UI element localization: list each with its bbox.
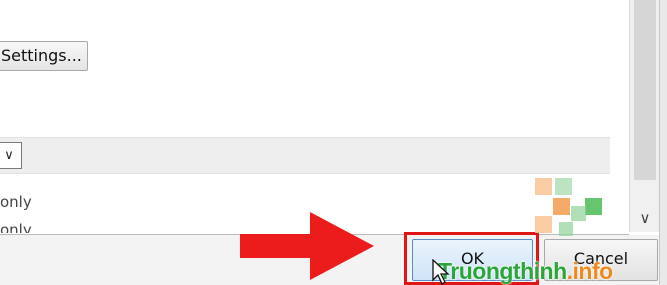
list-item[interactable]: only xyxy=(0,221,32,233)
list-item[interactable]: only xyxy=(0,193,32,211)
watermark: Truongthinh.info xyxy=(438,258,613,285)
red-arrow-icon xyxy=(240,212,374,280)
logo-squares-icon xyxy=(535,178,602,236)
watermark-name: Truongthinh xyxy=(438,258,567,284)
scroll-down-button[interactable]: ∨ xyxy=(634,207,656,229)
settings-button[interactable]: Settings... xyxy=(0,41,88,71)
chevron-down-icon: ∨ xyxy=(4,148,14,163)
window-edge xyxy=(659,0,667,285)
dialog-area: Settings... ∨ only only ∨ OK Cancel Truo… xyxy=(0,0,667,285)
chevron-down-icon: ∨ xyxy=(639,209,651,227)
option-row xyxy=(0,137,610,174)
mouse-cursor-icon xyxy=(432,259,450,285)
scrollbar-thumb[interactable] xyxy=(634,0,656,180)
watermark-suffix: .info xyxy=(566,258,614,284)
dropdown-toggle[interactable]: ∨ xyxy=(0,142,22,169)
vertical-scrollbar[interactable]: ∨ xyxy=(629,0,659,232)
